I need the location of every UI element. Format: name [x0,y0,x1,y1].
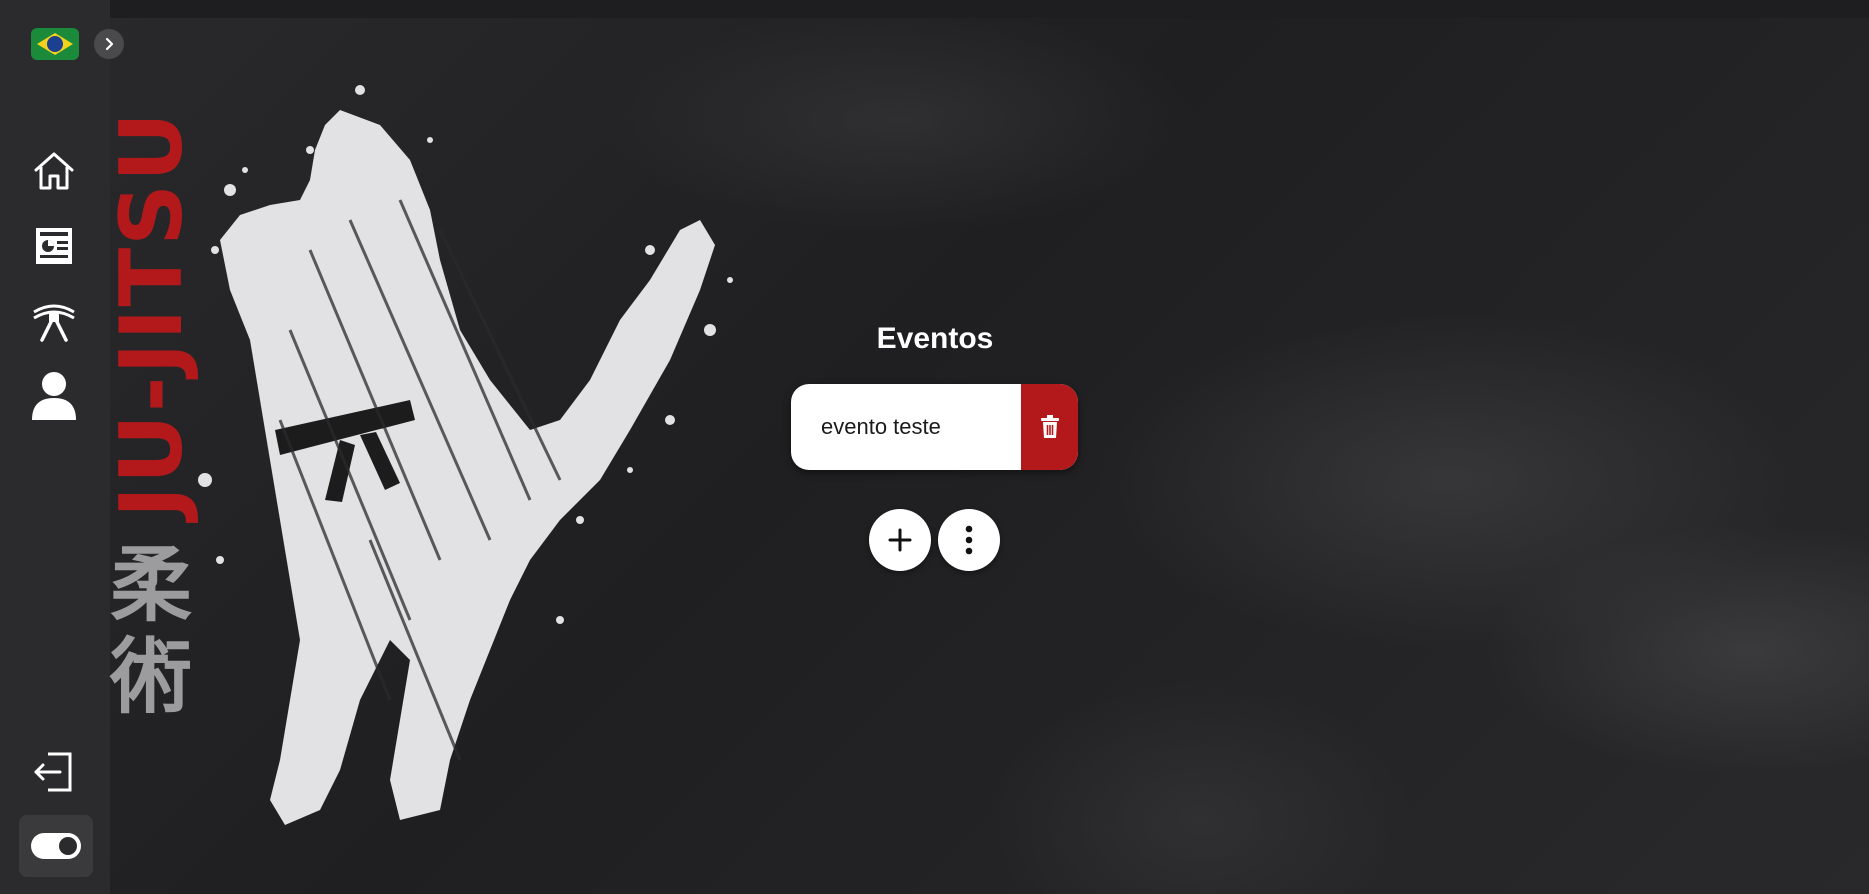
event-name: evento teste [821,414,941,439]
sidebar-item-belts[interactable] [30,298,78,346]
logout-icon [34,752,72,792]
logout-button[interactable] [30,748,78,796]
hero-artwork: JU-JITSU 柔術 [102,0,810,894]
page-title: Eventos [876,322,994,355]
more-options-button[interactable] [938,509,1000,571]
event-card[interactable]: evento teste [791,384,1078,470]
hero-kanji: 柔術 [110,538,193,725]
toggle-icon [31,833,81,859]
plus-icon [888,528,912,552]
sidebar-item-profile[interactable] [30,370,78,420]
brazil-flag-icon[interactable] [31,28,79,60]
user-icon [32,372,76,420]
trash-icon [1040,415,1059,438]
delete-event-button[interactable] [1021,384,1078,470]
belt-icon [33,304,75,342]
sidebar-item-news[interactable] [30,222,78,270]
sidebar-item-home[interactable] [30,146,78,194]
sidebar [0,0,124,894]
home-icon [34,152,74,190]
more-vertical-icon [965,525,973,555]
newspaper-icon [36,228,72,264]
theme-toggle-button[interactable] [19,815,93,877]
add-event-button[interactable] [869,509,931,571]
jiu-jitsu-fighter-illustration [198,85,733,825]
